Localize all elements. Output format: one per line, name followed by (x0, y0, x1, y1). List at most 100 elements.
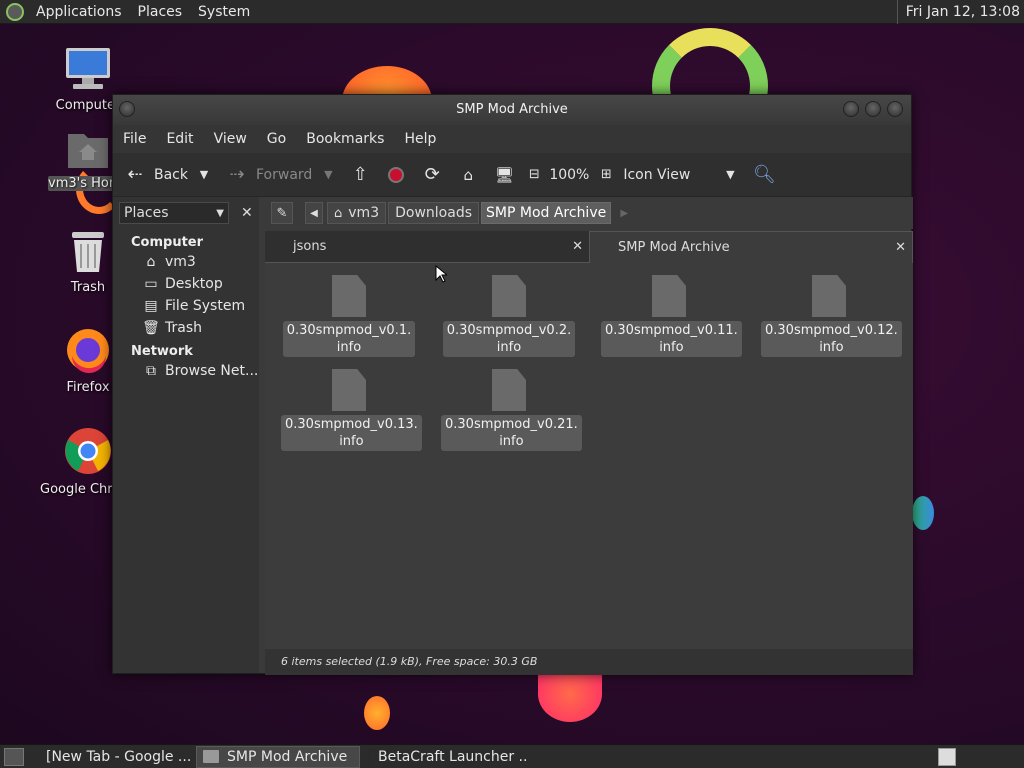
clock[interactable]: Fri Jan 12, 13:08 (896, 0, 1020, 24)
stop-icon[interactable] (385, 166, 407, 183)
file-name: 0.30smpmod_v0.12. info (761, 321, 902, 357)
window-titlebar[interactable]: SMP Mod Archive (113, 95, 911, 125)
back-history-dropdown-icon[interactable]: ▼ (193, 168, 215, 181)
file-item[interactable]: 0.30smpmod_v0.13. info (281, 369, 422, 451)
view-mode-select[interactable]: Icon View (623, 167, 719, 183)
taskbar: [New Tab - Google ... SMP Mod Archive Be… (0, 744, 1024, 768)
forward-label: Forward (256, 166, 313, 183)
desktop-folder-icon: ▭ (144, 276, 158, 292)
home-folder-icon[interactable]: ⌂ (457, 166, 479, 184)
file-view: jsons ✕ SMP Mod Archive ✕ 0.30smpmod_v0.… (265, 231, 913, 649)
menu-view[interactable]: View (204, 131, 257, 147)
document-icon (812, 275, 846, 317)
sidebar-section-network: Network (131, 344, 193, 359)
path-scroll-right-icon[interactable]: ▶ (615, 202, 633, 224)
status-bar: 6 items selected (1.9 kB), Free space: 3… (265, 649, 913, 675)
path-label: vm3 (348, 205, 380, 221)
arrow-right-icon: ⇢ (229, 164, 245, 185)
sidebar-item-desktop[interactable]: ▭ Desktop (113, 272, 259, 294)
back-button[interactable]: ⇠ Back (119, 160, 193, 190)
path-button-downloads[interactable]: Downloads (388, 202, 479, 224)
file-item[interactable]: 0.30smpmod_v0.2. info (441, 275, 577, 357)
sidebar-close-icon[interactable]: ✕ (241, 205, 253, 221)
menu-go[interactable]: Go (257, 131, 296, 147)
menu-edit[interactable]: Edit (156, 131, 203, 147)
applications-menu[interactable]: Applications (28, 0, 130, 24)
file-item[interactable]: 0.30smpmod_v0.12. info (761, 275, 902, 357)
menu-help[interactable]: Help (394, 131, 446, 147)
document-icon (332, 369, 366, 411)
forward-history-dropdown-icon[interactable]: ▼ (317, 168, 339, 181)
system-menu[interactable]: System (190, 0, 258, 24)
view-mode-dropdown-icon[interactable]: ▼ (719, 168, 741, 181)
show-desktop-icon[interactable] (4, 747, 24, 766)
trash-icon: 🗑︎ (142, 320, 160, 336)
zoom-in-icon[interactable]: ⊞ (595, 167, 617, 182)
taskbar-item-label: [New Tab - Google ... (46, 748, 192, 765)
sidebar-item-vm3[interactable]: ⌂ vm3 (113, 250, 259, 272)
wallpaper-blue-drop (912, 496, 934, 530)
places-menu[interactable]: Places (130, 0, 191, 24)
file-name: 0.30smpmod_v0.1. info (282, 321, 416, 357)
forward-button[interactable]: ⇢ Forward (221, 160, 317, 190)
menu-file[interactable]: File (113, 131, 156, 147)
minimize-button[interactable] (843, 101, 859, 117)
sidebar-item-browse-network[interactable]: ⧉ Browse Net... (113, 359, 259, 381)
tab-close-icon[interactable]: ✕ (572, 231, 583, 263)
up-arrow-icon[interactable]: ⇧ (349, 164, 371, 185)
file-name: 0.30smpmod_v0.13. info (281, 415, 422, 451)
tab-label: SMP Mod Archive (618, 240, 730, 255)
zoom-out-icon[interactable]: ⊟ (523, 167, 545, 182)
chevron-down-icon: ▼ (216, 207, 224, 219)
sidebar-item-label: vm3 (165, 254, 196, 270)
taskbar-item-betacraft[interactable]: BetaCraft Launcher ... (362, 746, 528, 768)
firefox-icon (67, 329, 109, 373)
arrow-left-icon: ⇠ (127, 164, 143, 185)
folder-icon (203, 750, 219, 763)
path-button-smp-mod-archive[interactable]: SMP Mod Archive (481, 202, 612, 224)
maximize-button[interactable] (865, 101, 881, 117)
path-button-vm3[interactable]: ⌂ vm3 (327, 202, 387, 224)
top-panel: Applications Places System Fri Jan 12, 1… (0, 0, 1024, 24)
sidebar: Places ▼ ✕ Computer ⌂ vm3 ▭ Desktop ▤ File … (113, 197, 259, 673)
taskbar-item-label: BetaCraft Launcher ... (378, 748, 528, 765)
file-item[interactable]: 0.30smpmod_v0.21. info (441, 369, 582, 451)
reload-icon[interactable]: ⟳ (421, 164, 443, 185)
file-manager-window: SMP Mod Archive File Edit View Go Bookma… (112, 94, 913, 675)
menubar: File Edit View Go Bookmarks Help (113, 125, 911, 153)
sidebar-item-trash[interactable]: 🗑︎ Trash (113, 316, 259, 338)
close-button[interactable] (887, 101, 903, 117)
wallpaper-orange-drop (364, 696, 390, 730)
mouse-cursor-icon (435, 265, 447, 283)
sidebar-type-label: Places (124, 205, 169, 221)
file-item[interactable]: 0.30smpmod_v0.1. info (281, 275, 417, 357)
menu-bookmarks[interactable]: Bookmarks (296, 131, 394, 147)
computer-icon[interactable]: 🖥 (493, 166, 515, 184)
tab-label: jsons (293, 239, 327, 254)
location-bar: ✎ ◀ ⌂ vm3 Downloads SMP Mod Archive ▶ (265, 197, 913, 229)
window-title: SMP Mod Archive (456, 102, 568, 117)
mate-logo-icon[interactable] (6, 2, 24, 21)
back-label: Back (154, 166, 188, 183)
sidebar-type-select[interactable]: Places ▼ (119, 202, 229, 224)
location-edit-icon[interactable]: ✎ (271, 202, 293, 224)
file-item[interactable]: 0.30smpmod_v0.11. info (601, 275, 742, 357)
taskbar-item-chrome[interactable]: [New Tab - Google ... (32, 746, 194, 768)
tab-jsons[interactable]: jsons ✕ (265, 231, 589, 263)
home-icon: ⌂ (334, 205, 343, 221)
document-icon (652, 275, 686, 317)
tab-smp-mod-archive[interactable]: SMP Mod Archive ✕ (589, 231, 913, 263)
sidebar-item-label: Trash (165, 320, 202, 336)
file-name: 0.30smpmod_v0.21. info (441, 415, 582, 451)
chrome-icon (65, 428, 111, 474)
home-folder-icon (68, 134, 108, 168)
sidebar-item-file-system[interactable]: ▤ File System (113, 294, 259, 316)
taskbar-item-smp-mod-archive[interactable]: SMP Mod Archive (196, 745, 360, 768)
workspace-switcher[interactable] (938, 748, 956, 766)
search-icon[interactable]: 🔍︎ (753, 164, 776, 185)
path-scroll-left-icon[interactable]: ◀ (305, 202, 323, 224)
betacraft-icon (368, 748, 370, 765)
sidebar-item-label: Desktop (165, 276, 223, 292)
window-menu-icon[interactable] (119, 101, 135, 117)
tab-close-icon[interactable]: ✕ (895, 232, 906, 264)
